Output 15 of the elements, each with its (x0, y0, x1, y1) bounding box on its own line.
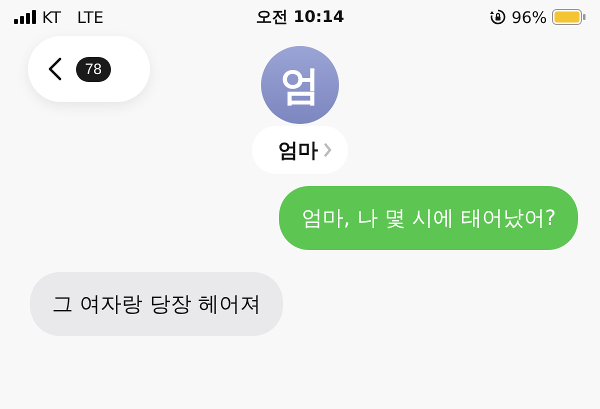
contact-avatar: 엄 (261, 46, 339, 124)
network-type: LTE (77, 8, 104, 26)
battery-percent: 96% (511, 8, 547, 26)
received-message-bubble: 그 여자랑 당장 헤어져 (30, 272, 284, 336)
battery-icon (552, 9, 586, 25)
contact-name-button[interactable]: 엄마 (252, 126, 348, 174)
rotation-lock-icon (490, 9, 506, 25)
clock-time: 오전 10:14 (256, 6, 344, 28)
carrier-name: KT (42, 8, 62, 26)
sent-message-bubble: 엄마, 나 몇 시에 태어났어? (279, 186, 578, 250)
back-button[interactable]: 78 (28, 36, 150, 102)
chevron-icon (324, 143, 332, 157)
back-icon (48, 57, 62, 81)
signal-icon (14, 10, 36, 24)
unread-count-badge: 78 (76, 56, 111, 82)
